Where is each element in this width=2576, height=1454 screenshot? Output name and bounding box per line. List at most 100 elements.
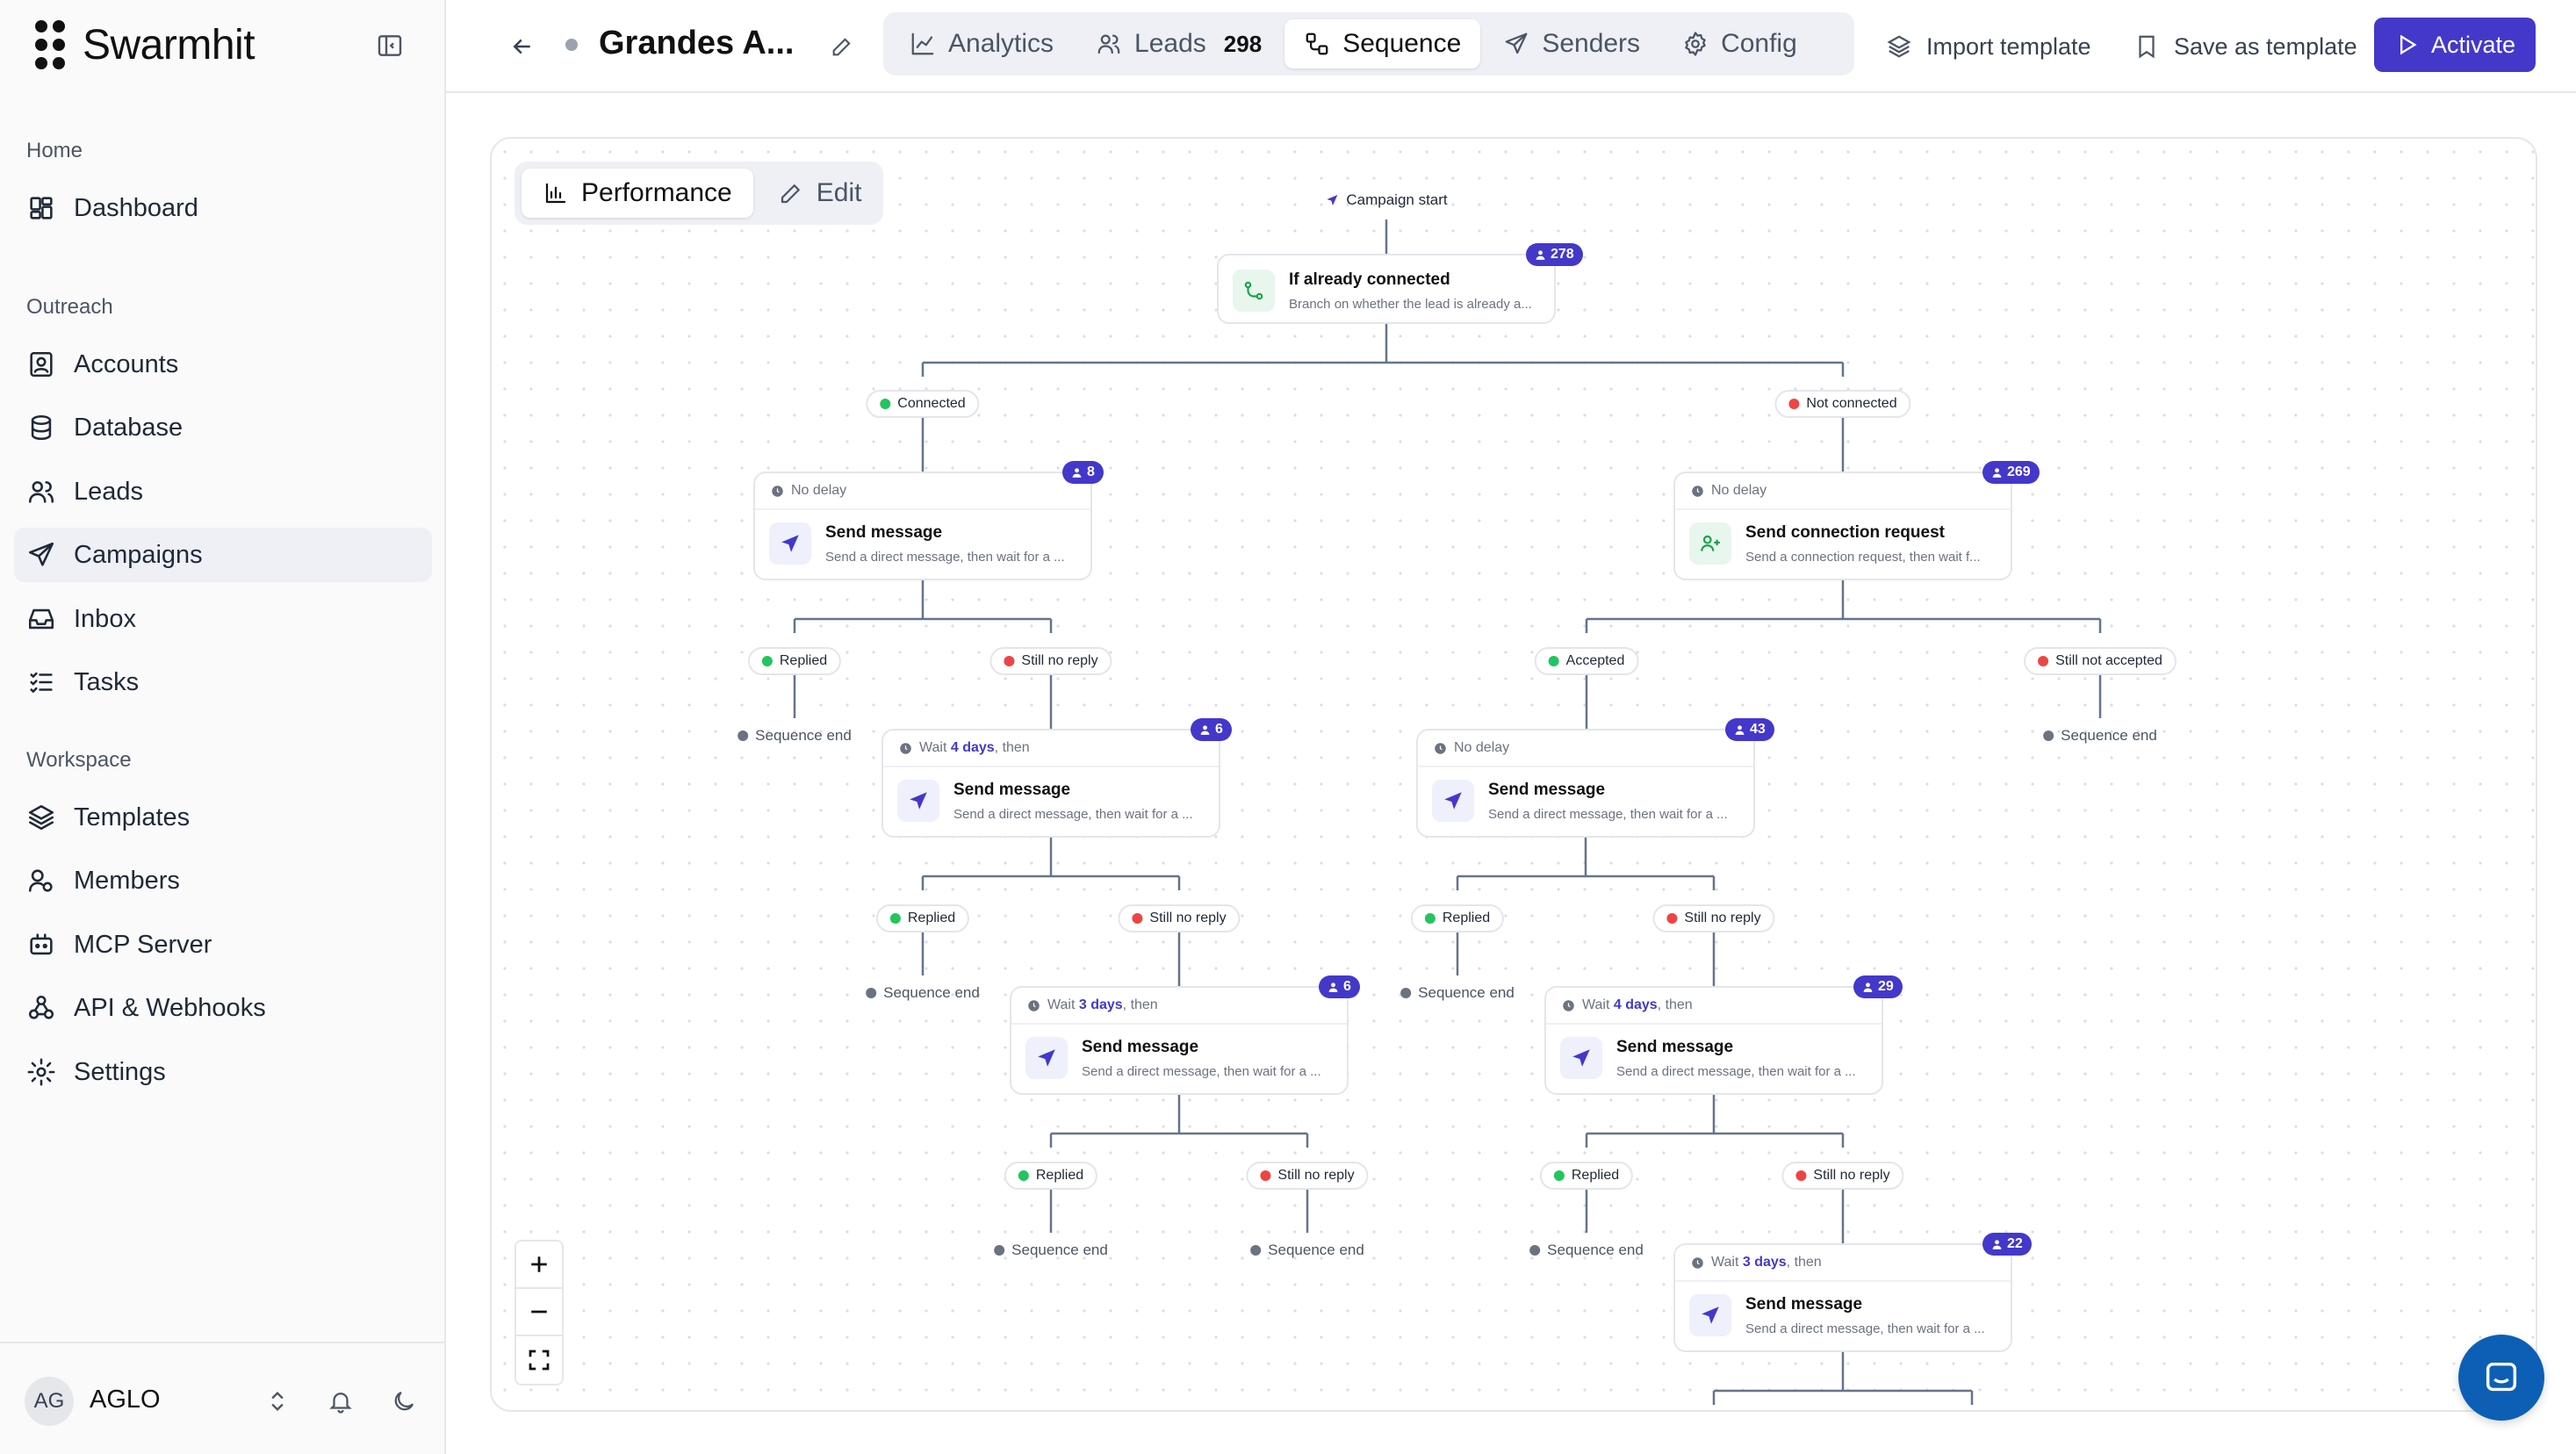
fit-view-button[interactable]	[516, 1336, 562, 1384]
theme-toggle-button[interactable]	[385, 1382, 423, 1421]
sequence-step-node[interactable]: No delay Send connection request Send a co…	[1673, 471, 2012, 580]
condition-node[interactable]: If already connected Branch on whether th…	[1217, 254, 1556, 324]
brand[interactable]: Swarmhit	[33, 18, 255, 72]
notifications-button[interactable]	[321, 1382, 360, 1421]
account-switcher-button[interactable]	[258, 1382, 297, 1421]
delay-suffix: , then	[994, 740, 1030, 755]
zoom-out-button[interactable]	[516, 1289, 562, 1336]
step-title: Send message	[953, 780, 1071, 799]
step-icon	[1689, 1294, 1731, 1336]
inbox-icon	[28, 608, 54, 630]
sidebar-item-leads[interactable]: Leads	[14, 464, 432, 519]
branch-label: Connected	[897, 396, 966, 411]
person-icon	[1200, 724, 1210, 735]
sidebar-item-inbox[interactable]: Inbox	[14, 592, 432, 646]
sidebar: Swarmhit Home Dashboard Outreach Accounts Da…	[0, 0, 446, 1454]
step-text: Send message Send a direct message, then …	[953, 781, 1205, 822]
send-icon	[1572, 1049, 1590, 1067]
send-icon	[1038, 1049, 1055, 1067]
support-chat-button[interactable]	[2458, 1335, 2544, 1421]
user-menu[interactable]: AG AGLO	[0, 1342, 444, 1454]
step-title: Send connection request	[1745, 522, 1945, 542]
branch-label: Still no reply	[1149, 911, 1227, 925]
step-text: Send message Send a direct message, then …	[1082, 1038, 1333, 1079]
sidebar-item-label: Campaigns	[74, 540, 203, 569]
config-icon	[1685, 32, 1706, 56]
sequence-end-label: Sequence end	[883, 984, 980, 1001]
step-text: Send message Send a direct message, then …	[1616, 1038, 1867, 1079]
delay-prefix: Wait	[1582, 997, 1614, 1012]
mode-label: Performance	[581, 178, 732, 207]
end-check-icon	[2043, 731, 2054, 741]
step-body: Send message Send a direct message, then …	[1560, 1037, 1867, 1079]
avatar[interactable]: AG	[25, 1377, 74, 1426]
delay-days: 3 days	[1742, 1255, 1787, 1270]
clock-icon	[772, 485, 783, 497]
activate-button[interactable]: Activate	[2374, 18, 2536, 72]
tab-leads[interactable]: Leads 298	[1076, 19, 1281, 68]
send-icon	[781, 535, 799, 552]
step-icon	[769, 522, 811, 565]
clock-icon	[1692, 485, 1703, 497]
delay-days: 4 days	[1613, 997, 1658, 1012]
sidebar-item-label: Templates	[74, 803, 191, 831]
accounts-icon	[30, 351, 53, 378]
sidebar-item-mcp-server[interactable]: MCP Server	[14, 918, 432, 972]
back-button[interactable]	[502, 26, 543, 67]
branch-label: Replied	[1442, 911, 1491, 925]
sidebar-item-api-webhooks[interactable]: API & Webhooks	[14, 981, 432, 1035]
sequence-end-marker: Sequence end	[1529, 1242, 1644, 1259]
sidebar-item-members[interactable]: Members	[14, 853, 432, 908]
sidebar-item-database[interactable]: Database	[14, 400, 432, 455]
campaign-tabs: Analytics Leads 298 Sequence Senders Config	[883, 12, 1854, 76]
delay-prefix: Wait	[1047, 997, 1079, 1012]
import-template-button[interactable]: Import template	[1886, 23, 2091, 70]
sidebar-item-dashboard[interactable]: Dashboard	[14, 181, 432, 235]
tab-analytics[interactable]: Analytics	[890, 19, 1073, 68]
tab-senders[interactable]: Senders	[1484, 19, 1659, 68]
delay-suffix: , then	[1122, 997, 1158, 1012]
mode-label: Edit	[816, 178, 862, 207]
sidebar-item-label: Database	[74, 413, 183, 442]
lead-count-badge: 6	[1319, 975, 1360, 998]
campaign-status-dot	[565, 39, 578, 51]
sidebar-item-templates[interactable]: Templates	[14, 790, 432, 845]
send-icon	[910, 792, 927, 810]
mode-performance-button[interactable]: Performance	[522, 169, 753, 218]
sidebar-item-settings[interactable]: Settings	[14, 1045, 432, 1099]
save-as-template-button[interactable]: Save as template	[2133, 23, 2357, 70]
lead-count: 6	[1343, 979, 1351, 994]
sidebar-item-tasks[interactable]: Tasks	[14, 655, 432, 709]
branch-condition-pill: Not connected	[1774, 390, 1911, 418]
sequence-step-node[interactable]: Wait 3 days, then Send message Send a dire…	[1673, 1243, 2012, 1352]
step-description: Send a direct message, then wait for a .…	[1745, 1321, 1985, 1336]
tab-config[interactable]: Config	[1663, 19, 1817, 68]
step-icon	[1689, 522, 1731, 565]
rename-campaign-button[interactable]	[822, 26, 862, 67]
zoom-in-button[interactable]	[516, 1242, 562, 1289]
sequence-step-node[interactable]: No delay Send message Send a direct messag…	[1416, 729, 1755, 838]
mode-edit-button[interactable]: Edit	[757, 169, 883, 218]
sequence-canvas[interactable]: If already connected Branch on whether th…	[490, 137, 2537, 1412]
sidebar-item-campaigns[interactable]: Campaigns	[14, 528, 432, 582]
lead-count-badge: 6	[1191, 718, 1232, 741]
mcp-server-icon	[30, 933, 53, 955]
sidebar-item-accounts[interactable]: Accounts	[14, 337, 432, 392]
campaigns-icon	[28, 542, 54, 566]
step-text: Send message Send a direct message, then …	[1488, 781, 1739, 822]
arrow-left-icon	[513, 39, 530, 54]
step-description: Branch on whether the lead is already a.…	[1289, 296, 1532, 312]
end-check-icon	[1400, 988, 1412, 998]
chat-icon	[2486, 1362, 2517, 1392]
campaign-title[interactable]: Grandes A...	[599, 25, 794, 62]
tab-sequence[interactable]: Sequence	[1284, 19, 1481, 68]
delay-label: No delay	[1454, 740, 1510, 755]
sequence-step-node[interactable]: No delay Send message Send a direct messag…	[753, 471, 1092, 580]
sidebar-item-label: Accounts	[74, 349, 179, 378]
collapse-sidebar-button[interactable]	[372, 28, 407, 63]
sequence-step-node[interactable]: Wait 4 days, then Send message Send a dire…	[881, 729, 1220, 838]
sequence-step-node[interactable]: Wait 3 days, then Send message Send a dire…	[1010, 986, 1349, 1095]
sequence-step-node[interactable]: Wait 4 days, then Send message Send a dire…	[1544, 986, 1883, 1095]
branch-label: Replied	[779, 653, 828, 668]
sequence-end-marker: Sequence end	[1250, 1242, 1364, 1259]
